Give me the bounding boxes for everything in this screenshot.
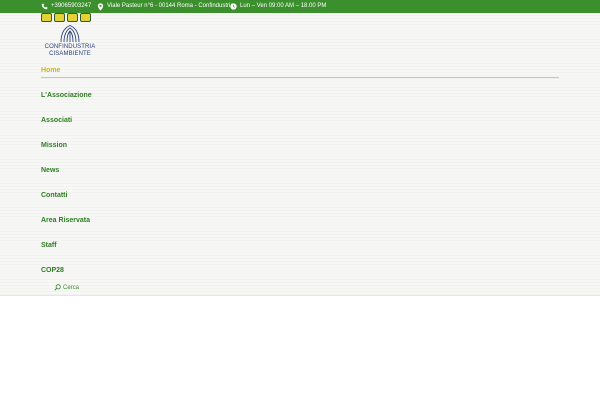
logo-decoration xyxy=(41,13,91,22)
hours-text: Lun – Ven 09:00 AM – 18.00 PM xyxy=(240,3,327,9)
nav-item-associazione[interactable]: L'Associazione xyxy=(41,92,559,99)
nav-item-cop28[interactable]: COP28 xyxy=(41,267,559,274)
phone-icon xyxy=(41,3,48,10)
nav-item-mission[interactable]: Mission xyxy=(41,142,559,149)
logo-wordmark: CONFINDUSTRIA CISAMBIENTE xyxy=(41,44,99,58)
phone-contact[interactable]: +39065903247 xyxy=(41,0,91,13)
search-label: Cerca xyxy=(63,284,80,291)
clock-icon xyxy=(230,3,237,10)
nav-item-label: Staff xyxy=(41,242,57,249)
active-underline xyxy=(41,77,559,78)
header-area: CONFINDUSTRIA CISAMBIENTE Home L'Associa… xyxy=(0,13,600,295)
nav-item-staff[interactable]: Staff xyxy=(41,242,559,249)
nav-item-associati[interactable]: Associati xyxy=(41,117,559,124)
nav-item-label: L'Associazione xyxy=(41,92,92,99)
search-toggle[interactable]: Cerca xyxy=(54,284,79,291)
logo-emblem-icon xyxy=(60,25,80,43)
top-info-bar: +39065903247 Viale Pasteur n°6 - 00144 R… xyxy=(0,0,600,13)
hours-info: Lun – Ven 09:00 AM – 18.00 PM xyxy=(230,0,326,13)
logo-line-1: CONFINDUSTRIA xyxy=(44,44,96,50)
address-text: Viale Pasteur n°6 - 00144 Roma - Confind… xyxy=(107,3,234,9)
page-content-area xyxy=(0,295,600,401)
nav-item-contatti[interactable]: Contatti xyxy=(41,192,559,199)
nav-item-home[interactable]: Home xyxy=(41,67,559,78)
phone-text: +39065903247 xyxy=(51,3,92,9)
site-logo[interactable]: CONFINDUSTRIA CISAMBIENTE xyxy=(41,13,99,61)
nav-item-label: Contatti xyxy=(41,192,68,199)
address-info: Viale Pasteur n°6 - 00144 Roma - Confind… xyxy=(97,0,234,13)
nav-item-label: Associati xyxy=(41,117,73,124)
nav-item-area-riservata[interactable]: Area Riservata xyxy=(41,217,559,224)
nav-item-label: Home xyxy=(41,67,61,74)
nav-item-label: News xyxy=(41,167,60,174)
nav-item-label: COP28 xyxy=(41,267,64,274)
nav-item-label: Mission xyxy=(41,142,68,149)
nav-item-label: Area Riservata xyxy=(41,217,91,224)
logo-line-2: CISAMBIENTE xyxy=(49,51,91,57)
search-icon xyxy=(54,284,61,291)
nav-item-news[interactable]: News xyxy=(41,167,559,174)
location-pin-icon xyxy=(97,2,104,11)
